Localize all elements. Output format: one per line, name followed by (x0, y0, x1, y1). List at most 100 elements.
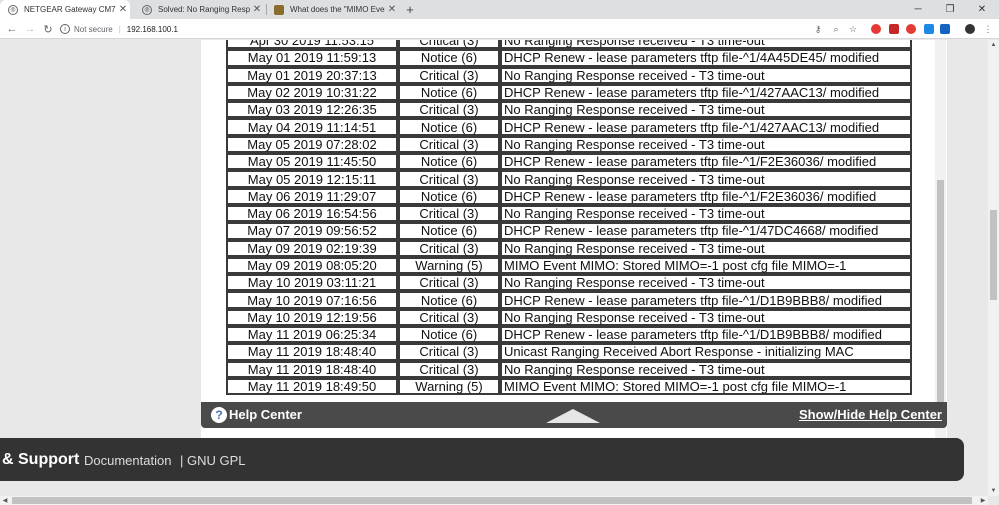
forward-button[interactable]: → (22, 21, 38, 37)
new-tab-button[interactable]: + (402, 0, 418, 19)
page-horizontal-scrollbar[interactable]: ◀ ▶ (0, 496, 988, 505)
documentation-link[interactable]: Documentation (84, 453, 171, 468)
log-time-cell: May 06 2019 11:29:07 (226, 187, 398, 205)
scroll-left-icon[interactable]: ◀ (0, 496, 10, 505)
scroll-up-icon[interactable]: ▲ (988, 40, 999, 50)
tab-title: What does the "MIMO Event MI (290, 5, 385, 14)
log-time-cell: May 09 2019 02:19:39 (226, 239, 398, 257)
log-priority-cell: Notice (6) (398, 49, 500, 67)
reload-button[interactable]: ↻ (40, 21, 56, 37)
table-row: May 11 2019 06:25:34 Notice (6) DHCP Renew… (226, 326, 912, 344)
log-priority-cell: Critical (3) (398, 66, 500, 84)
gnu-gpl-link[interactable]: | GNU GPL (180, 453, 246, 468)
log-description-cell: DHCP Renew - lease parameters tftp file-… (500, 49, 912, 67)
table-row: May 10 2019 12:19:56 Critical (3) No Rangi… (226, 308, 912, 327)
info-icon[interactable]: i (60, 24, 70, 34)
address-bar[interactable]: i Not secure | 192.168.100.1 (60, 21, 868, 37)
close-icon[interactable]: ✕ (250, 4, 264, 15)
log-description-cell: MIMO Event MIMO: Stored MIMO=-1 post cfg… (500, 377, 912, 396)
avatar[interactable] (965, 24, 975, 34)
scroll-right-icon[interactable]: ▶ (978, 496, 988, 505)
event-log-table: Apr 30 2019 11:53:15 Critical (3) No Rangi… (226, 40, 912, 396)
globe-icon: ◎ (8, 4, 18, 15)
extension-icon[interactable] (889, 24, 899, 34)
log-time-cell: May 02 2019 10:31:22 (226, 83, 398, 102)
scroll-down-icon[interactable]: ▼ (988, 486, 999, 496)
table-row: May 09 2019 02:19:39 Critical (3) No Rangi… (226, 239, 912, 257)
log-description-cell: DHCP Renew - lease parameters tftp file-… (500, 222, 912, 240)
url-text: 192.168.100.1 (126, 24, 178, 34)
log-priority-cell: Warning (5) (398, 256, 500, 275)
log-description-cell: No Ranging Response received - T3 time-o… (500, 308, 912, 327)
log-description-cell: No Ranging Response received - T3 time-o… (500, 239, 912, 257)
log-time-cell: May 11 2019 18:48:40 (226, 343, 398, 361)
table-row: May 01 2019 20:37:13 Critical (3) No Rangi… (226, 66, 912, 84)
log-time-cell: May 11 2019 06:25:34 (226, 326, 398, 344)
tab-netgear-gateway[interactable]: ◎ NETGEAR Gateway CM700 ✕ (0, 0, 130, 19)
log-time-cell: May 01 2019 11:59:13 (226, 49, 398, 67)
table-row: May 02 2019 10:31:22 Notice (6) DHCP Renew… (226, 83, 912, 102)
help-center-label[interactable]: Help Center (229, 407, 302, 422)
key-icon[interactable]: ⚷ (812, 23, 824, 35)
log-priority-cell: Critical (3) (398, 308, 500, 327)
log-time-cell: May 03 2019 12:26:35 (226, 101, 398, 119)
table-row: May 11 2019 18:48:40 Critical (3) No Rangi… (226, 360, 912, 378)
log-time-cell: May 05 2019 11:45:50 (226, 153, 398, 171)
tab-strip: ◎ NETGEAR Gateway CM700 ✕ ◎ Solved: No R… (0, 0, 999, 19)
log-time-cell: May 04 2019 11:14:51 (226, 118, 398, 136)
log-time-cell: May 09 2019 08:05:20 (226, 256, 398, 275)
arrow-right-icon: → (24, 23, 36, 35)
log-priority-cell: Critical (3) (398, 274, 500, 292)
close-window-button[interactable]: ✕ (966, 0, 998, 19)
back-button[interactable]: ← (4, 21, 20, 37)
log-description-cell: No Ranging Response received - T3 time-o… (500, 101, 912, 119)
log-time-cell: May 05 2019 07:28:02 (226, 135, 398, 154)
log-description-cell: DHCP Renew - lease parameters tftp file-… (500, 291, 912, 309)
log-priority-cell: Critical (3) (398, 40, 500, 50)
log-priority-cell: Notice (6) (398, 83, 500, 102)
show-hide-help-center-link[interactable]: Show/Hide Help Center (799, 407, 942, 422)
tab-title: NETGEAR Gateway CM700 (24, 5, 116, 14)
globe-icon: ◎ (142, 4, 152, 15)
log-scrollbar-thumb[interactable] (937, 180, 944, 428)
zoom-icon[interactable]: ⌕ (830, 23, 842, 35)
log-priority-cell: Notice (6) (398, 118, 500, 136)
tab-mimo-event[interactable]: What does the "MIMO Event MI ✕ (266, 0, 399, 19)
log-time-cell: May 11 2019 18:48:40 (226, 360, 398, 378)
log-description-cell: DHCP Renew - lease parameters tftp file-… (500, 187, 912, 205)
star-icon[interactable]: ☆ (847, 23, 859, 35)
log-time-cell: May 01 2019 20:37:13 (226, 66, 398, 84)
tab-solved-no-ranging[interactable]: ◎ Solved: No Ranging Response re ✕ (134, 0, 264, 19)
horizontal-scrollbar-thumb[interactable] (12, 497, 972, 504)
extension-icon[interactable] (871, 24, 881, 34)
table-row: May 06 2019 16:54:56 Critical (3) No Rangi… (226, 204, 912, 223)
support-title: & Support (2, 451, 80, 468)
close-icon[interactable]: ✕ (116, 4, 130, 15)
log-priority-cell: Notice (6) (398, 291, 500, 309)
table-row: May 05 2019 11:45:50 Notice (6) DHCP Renew… (226, 153, 912, 171)
support-footer: & Support Documentation | GNU GPL (0, 438, 964, 481)
log-description-cell: No Ranging Response received - T3 time-o… (500, 66, 912, 84)
extension-icon[interactable] (924, 24, 934, 34)
page-scrollbar-thumb[interactable] (990, 210, 997, 300)
log-description-cell: No Ranging Response received - T3 time-o… (500, 204, 912, 223)
help-expand-handle[interactable] (546, 409, 600, 423)
menu-icon[interactable]: ⋮ (982, 23, 994, 35)
help-icon[interactable]: ? (211, 407, 227, 423)
page-vertical-scrollbar[interactable]: ▲ ▼ (988, 40, 999, 496)
adblock-icon[interactable] (906, 24, 916, 34)
log-priority-cell: Notice (6) (398, 187, 500, 205)
extension-icon[interactable] (940, 24, 950, 34)
log-priority-cell: Critical (3) (398, 343, 500, 361)
maximize-button[interactable]: ❐ (934, 0, 966, 19)
table-row: May 10 2019 07:16:56 Notice (6) DHCP Renew… (226, 291, 912, 309)
log-time-cell: May 05 2019 12:15:11 (226, 170, 398, 188)
minimize-button[interactable]: ─ (902, 0, 934, 19)
log-time-cell: May 10 2019 12:19:56 (226, 308, 398, 327)
log-time-cell: May 06 2019 16:54:56 (226, 204, 398, 223)
log-priority-cell: Critical (3) (398, 204, 500, 223)
close-icon[interactable]: ✕ (385, 4, 399, 15)
log-time-cell: Apr 30 2019 11:53:15 (226, 40, 398, 50)
table-row: May 04 2019 11:14:51 Notice (6) DHCP Renew… (226, 118, 912, 136)
log-description-cell: DHCP Renew - lease parameters tftp file-… (500, 326, 912, 344)
